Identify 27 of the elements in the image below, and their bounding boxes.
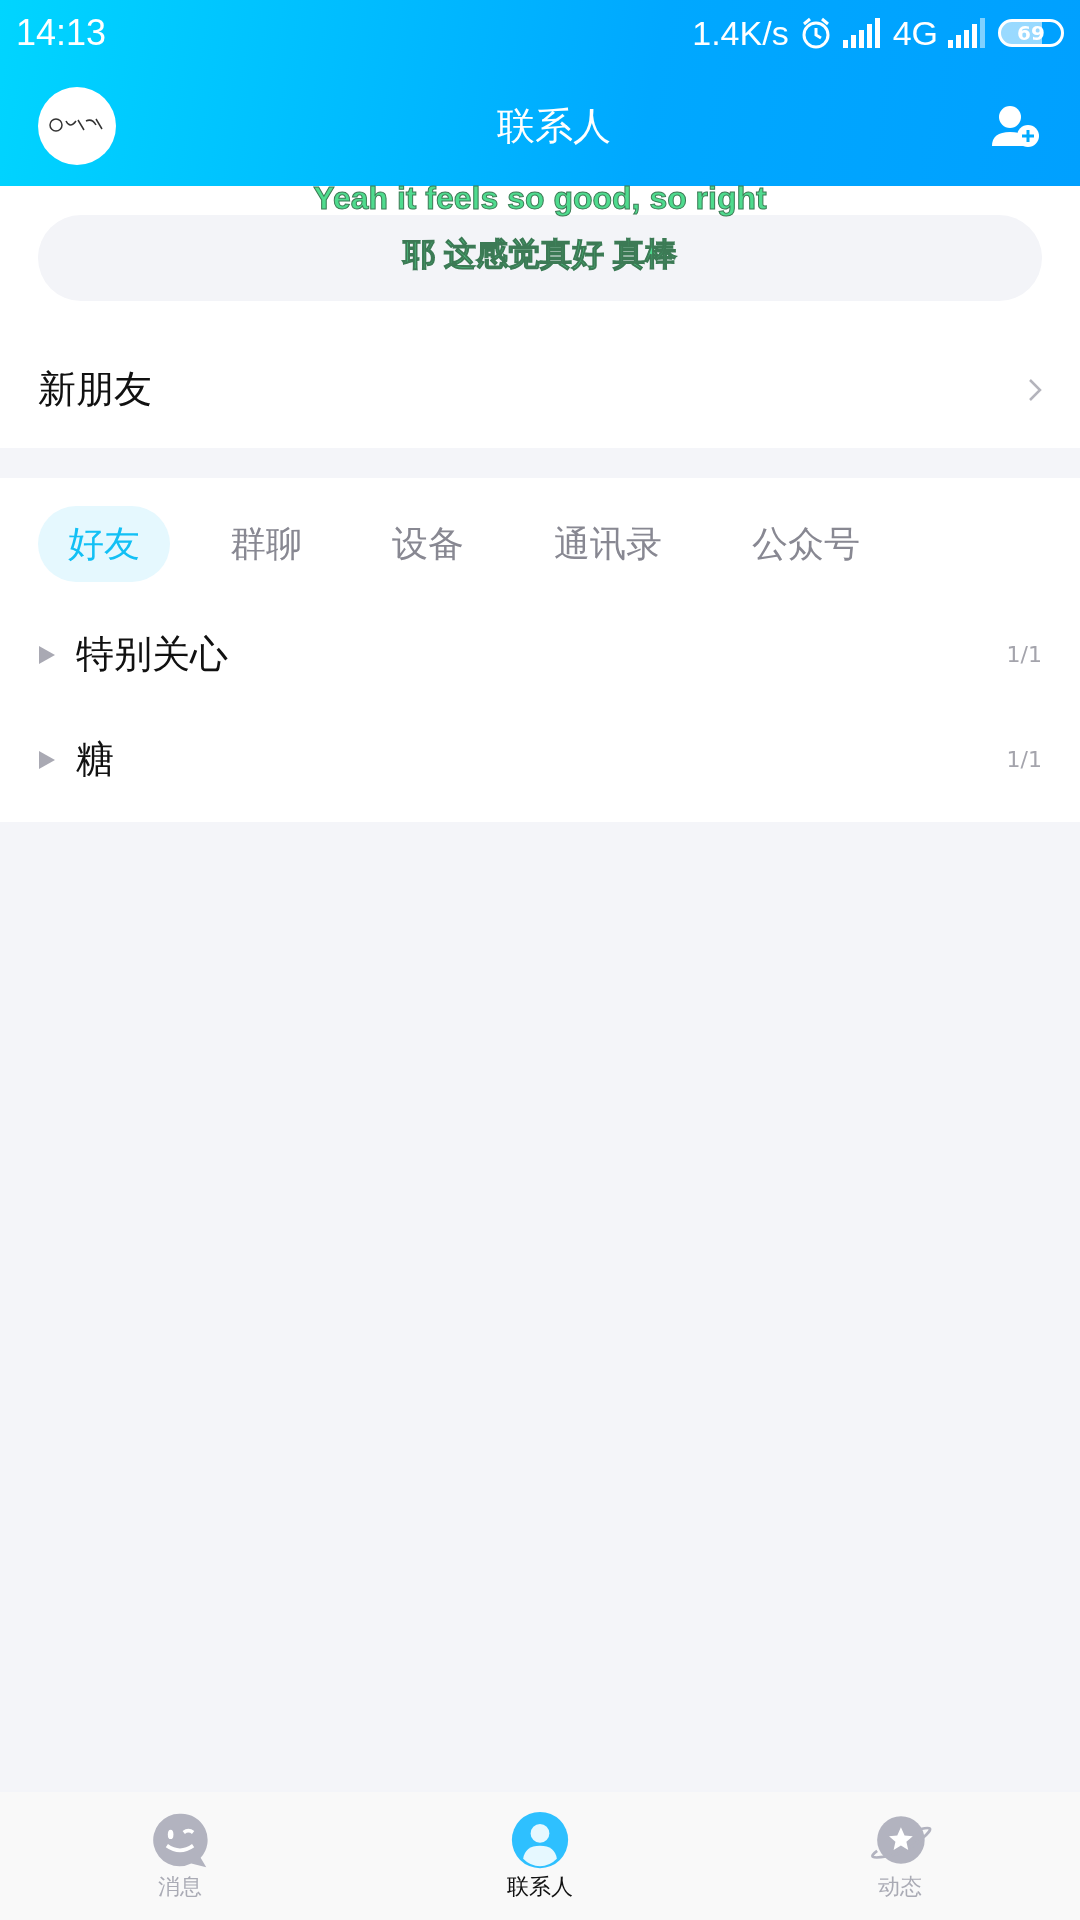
new-friends-label: 新朋友: [38, 366, 152, 413]
network-speed: 1.4K/s: [692, 13, 789, 53]
nav-tab[interactable]: 联系人: [440, 1792, 640, 1920]
group-row[interactable]: 糖 1/1: [38, 707, 1042, 812]
group-row[interactable]: 特别关心 1/1: [38, 602, 1042, 707]
person-icon: [510, 1810, 570, 1870]
floating-lyric: 耶 这感觉真好 真棒: [403, 235, 677, 274]
signal-icon: [842, 18, 883, 48]
add-contact-icon[interactable]: [992, 104, 1040, 148]
tab[interactable]: 通讯录: [524, 506, 692, 582]
floating-lyric: Yeah it feels so good, so right: [313, 180, 767, 217]
status-time: 14:13: [16, 12, 107, 54]
tab[interactable]: 公众号: [722, 506, 890, 582]
nav-tab[interactable]: 消息: [80, 1792, 280, 1920]
tab[interactable]: 好友: [38, 506, 170, 582]
chevron-right-icon: [1028, 377, 1042, 402]
page-title: 联系人: [497, 102, 611, 150]
group-name: 糖: [76, 736, 115, 783]
new-friends-row[interactable]: 新朋友: [0, 331, 1080, 448]
tab[interactable]: 设备: [362, 506, 494, 582]
signal-icon: [948, 18, 988, 48]
group-count: 1/1: [1006, 642, 1042, 667]
network-type: 4G: [892, 13, 938, 53]
group-name: 特别关心: [76, 631, 229, 678]
tab[interactable]: 群聊: [200, 506, 332, 582]
nav-tab[interactable]: 动态: [800, 1792, 1000, 1920]
group-count: 1/1: [1006, 747, 1042, 772]
